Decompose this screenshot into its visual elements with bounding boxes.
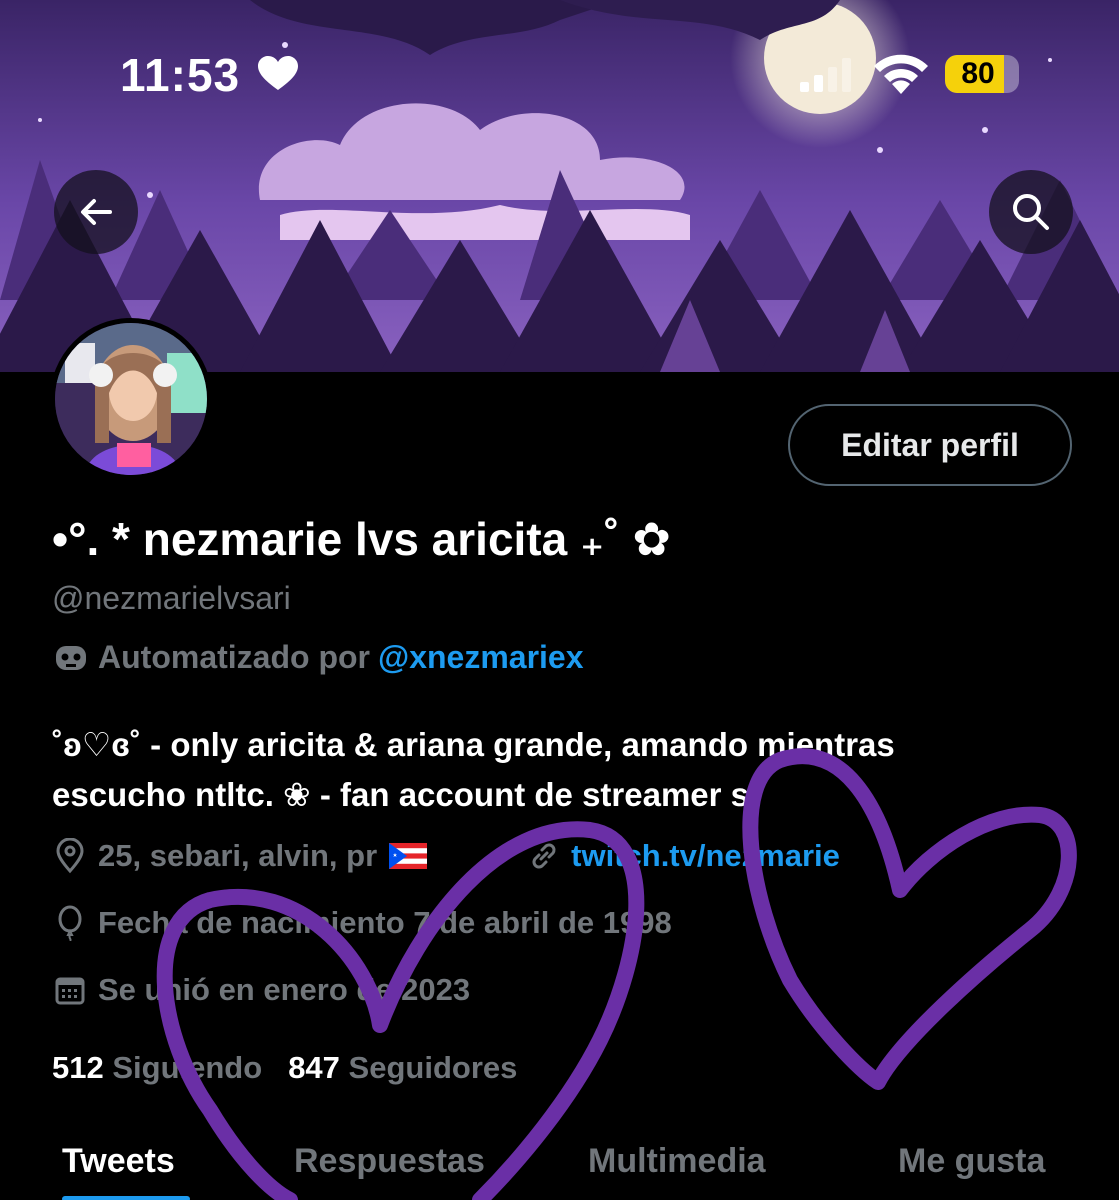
user-handle: @nezmarielvsari	[52, 580, 291, 616]
tab-media[interactable]: Multimedia	[588, 1142, 766, 1181]
location-row: 25, sebari, alvin, pr twitch.tv/nezmarie	[52, 838, 840, 874]
birthday-row: Fecha de nacimiento 7 de abril de 1998	[52, 905, 672, 941]
following-link[interactable]: 512 Siguiendo	[52, 1050, 262, 1086]
active-tab-indicator	[62, 1196, 190, 1200]
tab-tweets[interactable]: Tweets	[62, 1142, 175, 1181]
balloon-icon	[58, 905, 82, 941]
search-icon	[1013, 194, 1049, 230]
arrow-left-icon	[81, 199, 112, 225]
tab-likes[interactable]: Me gusta	[898, 1142, 1045, 1181]
search-button[interactable]	[989, 170, 1073, 254]
following-label: Siguiendo	[112, 1050, 263, 1085]
followers-label: Seguidores	[348, 1050, 518, 1085]
display-name: •°. * nezmarie lvs aricita ₊˚ ✿	[52, 513, 671, 565]
automated-prefix: Automatizado por	[98, 638, 370, 675]
puerto-rico-flag-icon	[389, 843, 428, 869]
location-text: 25, sebari, alvin, pr	[98, 838, 378, 873]
location-pin-icon	[56, 838, 84, 874]
avatar[interactable]	[50, 318, 212, 480]
calendar-icon	[55, 977, 85, 1005]
wifi-icon	[874, 54, 928, 94]
battery-percent: 80	[961, 57, 995, 90]
tab-replies[interactable]: Respuestas	[294, 1142, 485, 1181]
cellular-signal-icon	[800, 58, 851, 92]
status-bar: 11:53 80	[0, 0, 1119, 150]
edit-profile-button[interactable]: Editar perfil	[788, 404, 1072, 486]
back-button[interactable]	[54, 170, 138, 254]
following-count: 512	[52, 1050, 104, 1085]
automated-label: Automatizado por @xnezmariex	[52, 638, 584, 676]
followers-count: 847	[288, 1050, 340, 1085]
avatar-photo	[55, 323, 207, 475]
joined-row: Se unió en enero de 2023	[52, 972, 470, 1008]
follow-counts: 512 Siguiendo 847 Seguidores	[52, 1050, 517, 1086]
robot-icon	[56, 646, 86, 670]
automated-by-link[interactable]: @xnezmariex	[378, 639, 584, 676]
followers-link[interactable]: 847 Seguidores	[288, 1050, 517, 1086]
birthday-text: Fecha de nacimiento 7 de abril de 1998	[98, 905, 672, 940]
battery-indicator: 80	[945, 55, 1019, 93]
heart-icon	[258, 56, 298, 90]
bio: ˚ʚ♡ɞ˚ - only aricita & ariana grande, am…	[52, 720, 1072, 820]
joined-text: Se unió en enero de 2023	[98, 972, 471, 1007]
website-link[interactable]: twitch.tv/nezmarie	[571, 838, 840, 874]
bio-line: escucho ntltc. ❀ - fan account de stream…	[52, 776, 750, 813]
status-time: 11:53	[120, 49, 241, 101]
link-icon	[532, 843, 556, 869]
bio-line: ˚ʚ♡ɞ˚ - only aricita & ariana grande, am…	[52, 726, 895, 763]
profile-tabs: Tweets Respuestas Multimedia Me gusta	[0, 1130, 1119, 1200]
